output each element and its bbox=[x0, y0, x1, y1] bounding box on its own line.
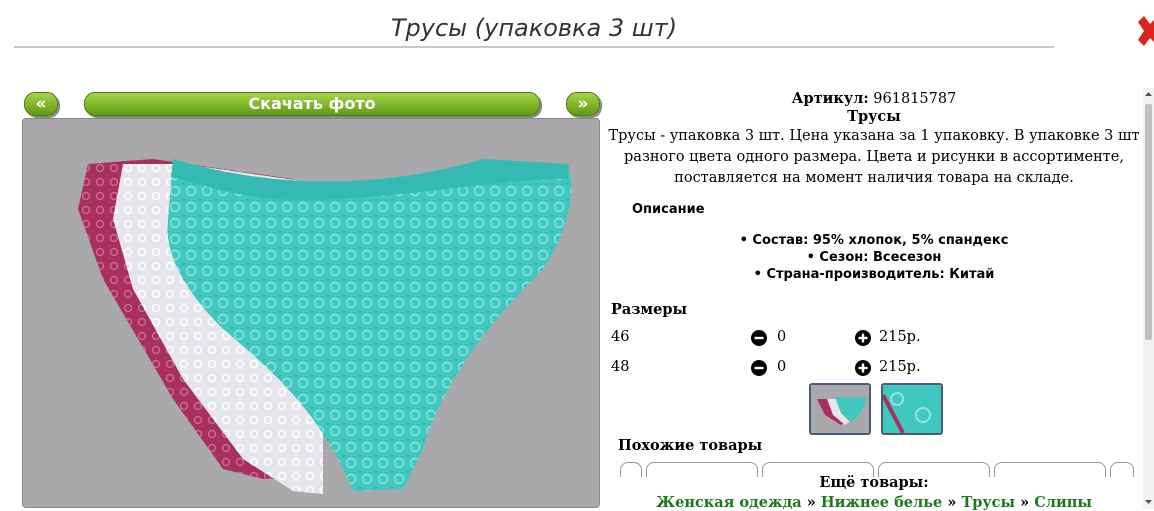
properties-list: • Состав: 95% хлопок, 5% спандекс • Сезо… bbox=[606, 232, 1142, 283]
property-item: • Состав: 95% хлопок, 5% спандекс bbox=[739, 233, 1009, 248]
similar-heading: Похожие товары bbox=[618, 437, 763, 454]
crumb-link[interactable]: Трусы bbox=[961, 494, 1015, 511]
next-photo-button[interactable]: » bbox=[566, 92, 600, 116]
size-label: 46 bbox=[611, 329, 630, 345]
decrease-icon[interactable] bbox=[751, 360, 767, 376]
breadcrumb: Женская одежда » Нижнее белье » Трусы » … bbox=[656, 494, 1092, 511]
product-info: Артикул: 961815787 Трусы Трусы - упаковк… bbox=[606, 88, 1142, 511]
crumb-link[interactable]: Нижнее белье bbox=[821, 494, 942, 511]
product-description: Трусы - упаковка 3 шт. Цена указана за 1… bbox=[608, 128, 1140, 186]
product-name: Трусы bbox=[847, 108, 901, 125]
size-row: 46 0 215р. bbox=[611, 329, 931, 349]
title-divider bbox=[14, 46, 1054, 48]
article-value: 961815787 bbox=[873, 91, 957, 107]
price-value: 215р. bbox=[879, 359, 921, 375]
size-label: 48 bbox=[611, 359, 630, 375]
quantity-value: 0 bbox=[777, 329, 787, 345]
increase-icon[interactable] bbox=[855, 360, 871, 376]
thumbnail-1[interactable] bbox=[809, 383, 871, 435]
property-item: • Страна-производитель: Китай bbox=[753, 267, 995, 282]
more-heading: Ещё товары: bbox=[819, 474, 929, 491]
crumb-link[interactable]: Женская одежда bbox=[656, 494, 802, 511]
scroll-down-icon[interactable] bbox=[1143, 496, 1154, 508]
price-value: 215р. bbox=[879, 329, 921, 345]
crumb-link[interactable]: Слипы bbox=[1034, 494, 1092, 511]
article-line: Артикул: 961815787 bbox=[606, 90, 1142, 107]
scrollbar-thumb[interactable] bbox=[1145, 104, 1152, 340]
increase-icon[interactable] bbox=[855, 330, 871, 346]
property-item: • Сезон: Всесезон bbox=[806, 250, 942, 265]
prev-photo-button[interactable]: « bbox=[24, 92, 58, 116]
description-heading: Описание bbox=[632, 202, 705, 217]
quantity-value: 0 bbox=[777, 359, 787, 375]
download-photo-button[interactable]: Скачать фото bbox=[84, 92, 540, 116]
size-row: 48 0 215р. bbox=[611, 359, 931, 379]
article-label: Артикул: bbox=[791, 90, 869, 107]
close-icon[interactable] bbox=[1136, 16, 1154, 46]
sizes-heading: Размеры bbox=[611, 301, 688, 318]
thumbnail-2[interactable] bbox=[881, 383, 943, 435]
page-title: Трусы (упаковка 3 шт) bbox=[390, 14, 678, 42]
scroll-up-icon[interactable] bbox=[1143, 88, 1154, 100]
product-photo[interactable] bbox=[22, 118, 600, 508]
scrollbar[interactable] bbox=[1143, 88, 1154, 509]
decrease-icon[interactable] bbox=[751, 330, 767, 346]
